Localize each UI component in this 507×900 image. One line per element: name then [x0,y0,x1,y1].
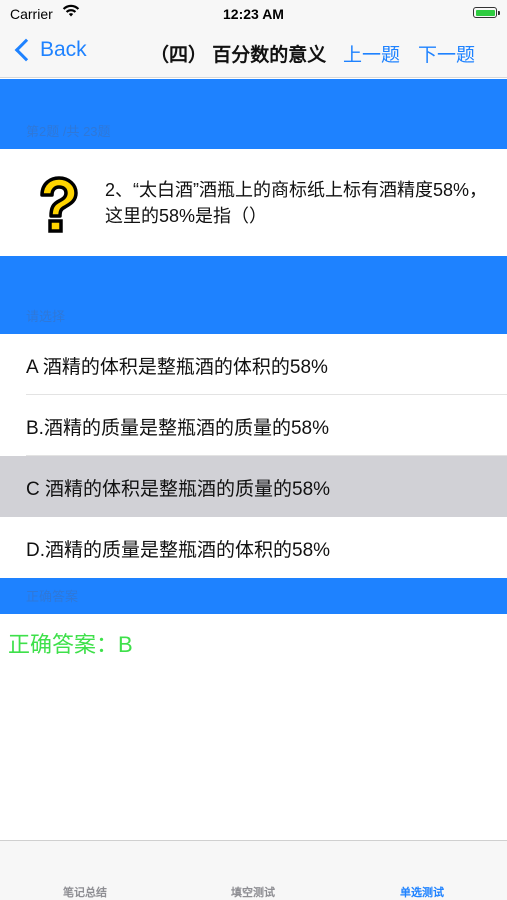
status-bar: Carrier 12:23 AM [0,0,507,28]
option-d-label: D.酒精的质量是整瓶酒的体积的58% [26,540,331,561]
next-question-button[interactable]: 下一题 [418,40,475,67]
tab-bar: 笔记总结 填空测试 单选测试 [0,840,507,900]
page-title: （四） 百分数的意义 [150,45,327,66]
option-a[interactable]: A 酒精的体积是整瓶酒的体积的58% [0,334,507,395]
correct-answer-text: 正确答案：B [8,632,133,657]
answer-section-header: 正确答案 [0,578,507,614]
question-mark-icon [40,176,78,233]
status-time: 12:23 AM [223,6,284,22]
tab-notes-summary[interactable]: 笔记总结 [25,884,145,900]
back-label: Back [40,38,87,61]
battery-icon [473,7,500,18]
option-b[interactable]: B.酒精的质量是整瓶酒的质量的58% [0,395,507,456]
previous-question-button[interactable]: 上一题 [343,40,400,67]
option-a-label: A 酒精的体积是整瓶酒的体积的58% [26,357,328,378]
question-text: 2、“太白酒”酒瓶上的商标纸上标有酒精度58%，这里的58%是指（） [105,180,488,226]
question-section-header: 第2题 /共 23题 [0,79,507,149]
options-header-label: 请选择 [26,309,66,324]
question-row: 2、“太白酒”酒瓶上的商标纸上标有酒精度58%，这里的58%是指（） [0,149,507,256]
option-b-label: B.酒精的质量是整瓶酒的质量的58% [26,418,329,439]
option-d[interactable]: D.酒精的质量是整瓶酒的体积的58% [0,517,507,578]
option-c[interactable]: C 酒精的体积是整瓶酒的质量的58% [0,456,507,517]
options-section-header: 请选择 [0,256,507,334]
chevron-left-icon [14,38,38,62]
question-progress-label: 第2题 /共 23题 [26,124,111,139]
option-c-label: C 酒精的体积是整瓶酒的质量的58% [26,479,331,500]
tab-fill-in-test[interactable]: 填空测试 [193,884,313,900]
tab-single-choice-test[interactable]: 单选测试 [362,884,482,900]
answer-header-label: 正确答案 [26,589,79,604]
navigation-bar: Back （四） 百分数的意义 上一题 下一题 [0,28,507,78]
back-button[interactable]: Back [14,38,87,62]
